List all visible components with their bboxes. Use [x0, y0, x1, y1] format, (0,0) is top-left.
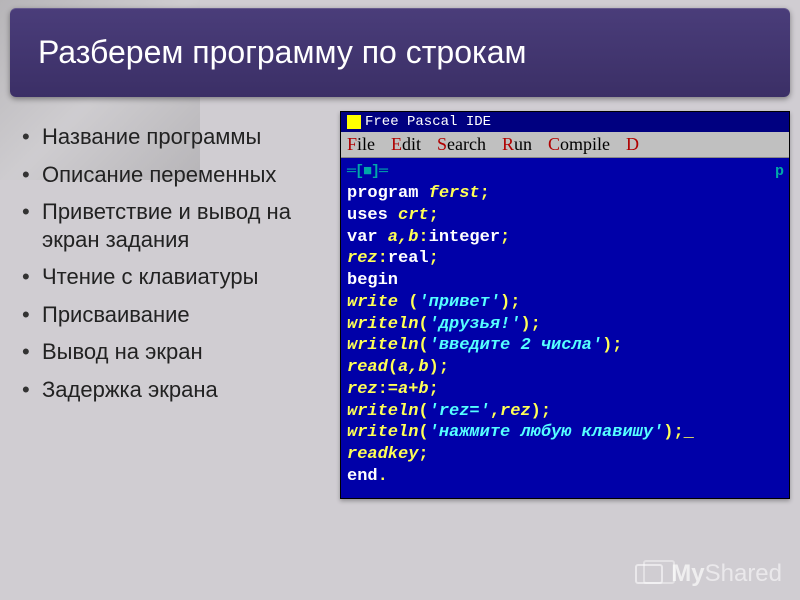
- code-line: writeln('нажмите любую клавишу');_: [347, 422, 783, 444]
- list-item: Приветствие и вывод на экран задания: [20, 198, 320, 253]
- watermark: MyShared: [635, 560, 782, 588]
- code-line: writeln('друзья!');: [347, 314, 783, 336]
- slide: Разберем программу по строкам Название п…: [10, 8, 790, 592]
- menu-compile[interactable]: Compile: [548, 134, 610, 155]
- code-line: readkey;: [347, 444, 783, 466]
- menu-file[interactable]: File: [347, 134, 375, 155]
- ide-window-title: Free Pascal IDE: [365, 114, 491, 130]
- watermark-icon: [635, 564, 663, 584]
- code-line: writeln('введите 2 числа');: [347, 335, 783, 357]
- code-line: write ('привет');: [347, 292, 783, 314]
- menu-debug[interactable]: D: [626, 134, 639, 155]
- menu-search[interactable]: Search: [437, 134, 486, 155]
- code-line: rez:real;: [347, 248, 783, 270]
- list-item: Чтение с клавиатуры: [20, 263, 320, 291]
- bullet-list: Название программы Описание переменных П…: [10, 111, 320, 413]
- slide-title: Разберем программу по строкам: [38, 34, 762, 71]
- code-line: var a,b:integer;: [347, 227, 783, 249]
- list-item: Присваивание: [20, 301, 320, 329]
- menu-run[interactable]: Run: [502, 134, 532, 155]
- content-row: Название программы Описание переменных П…: [10, 111, 790, 499]
- list-item: Описание переменных: [20, 161, 320, 189]
- code-line: program ferst;: [347, 183, 783, 205]
- menu-edit[interactable]: Edit: [391, 134, 421, 155]
- list-item: Задержка экрана: [20, 376, 320, 404]
- code-line: uses crt;: [347, 205, 783, 227]
- editor-frame: ═[■]═p: [347, 162, 783, 181]
- list-item: Название программы: [20, 123, 320, 151]
- ide-titlebar: Free Pascal IDE: [341, 112, 789, 132]
- code-editor[interactable]: ═[■]═p program ferst; uses crt; var a,b:…: [341, 158, 789, 498]
- code-line: begin: [347, 270, 783, 292]
- ide-menubar: File Edit Search Run Compile D: [341, 132, 789, 158]
- code-line: writeln('rez=',rez);: [347, 401, 783, 423]
- code-line: read(a,b);: [347, 357, 783, 379]
- code-line: rez:=a+b;: [347, 379, 783, 401]
- watermark-text: MyShared: [671, 560, 782, 588]
- ide-window: Free Pascal IDE File Edit Search Run Com…: [340, 111, 790, 499]
- code-line: end.: [347, 466, 783, 488]
- list-item: Вывод на экран: [20, 338, 320, 366]
- app-icon: [347, 115, 361, 129]
- slide-title-bar: Разберем программу по строкам: [10, 8, 790, 97]
